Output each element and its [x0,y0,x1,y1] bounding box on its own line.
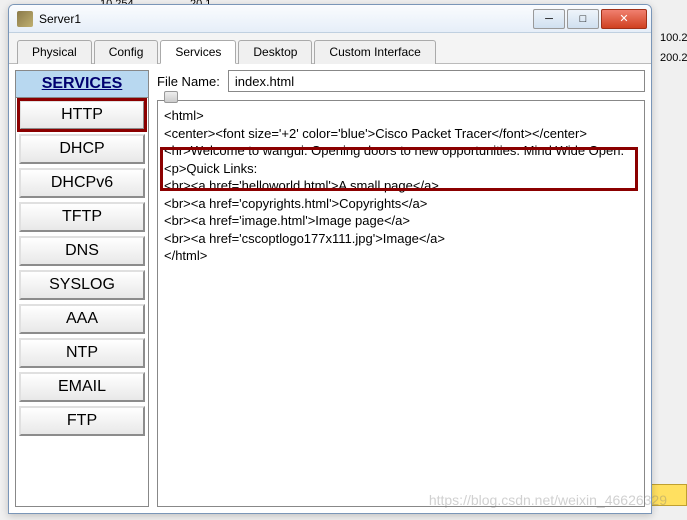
sidebar-scrollbar[interactable] [164,91,178,103]
main-pane: File Name: <html> <center><font size='+2… [157,70,645,507]
tab-row: Physical Config Services Desktop Custom … [9,33,651,64]
services-sidebar: SERVICES HTTP DHCP DHCPv6 TFTP DNS SYSLO… [15,70,149,507]
tab-desktop[interactable]: Desktop [238,40,312,64]
bg-r2: 200.2 [660,52,687,64]
editor-line: <br><a href='image.html'>Image page</a> [164,212,638,230]
sidebar-header: SERVICES [16,71,148,98]
service-dhcp[interactable]: DHCP [19,134,145,164]
service-email[interactable]: EMAIL [19,372,145,402]
titlebar[interactable]: Server1 ─ □ ✕ [9,5,651,33]
filename-label: File Name: [157,74,220,89]
editor-line: <hr>Welcome to wangui. Opening doors to … [164,142,638,160]
service-dhcpv6[interactable]: DHCPv6 [19,168,145,198]
editor-line: </html> [164,247,638,265]
close-button[interactable]: ✕ [601,9,647,29]
maximize-button[interactable]: □ [567,9,599,29]
tab-physical[interactable]: Physical [17,40,92,64]
bg-r1: 100.2 [660,32,687,44]
service-ftp[interactable]: FTP [19,406,145,436]
minimize-button[interactable]: ─ [533,9,565,29]
tab-services[interactable]: Services [160,40,236,64]
editor-line: <p>Quick Links: [164,160,638,178]
content-area: SERVICES HTTP DHCP DHCPv6 TFTP DNS SYSLO… [9,64,651,513]
filename-row: File Name: [157,70,645,92]
service-aaa[interactable]: AAA [19,304,145,334]
service-tftp[interactable]: TFTP [19,202,145,232]
editor-line: <br><a href='copyrights.html'>Copyrights… [164,195,638,213]
service-dns[interactable]: DNS [19,236,145,266]
editor-line: <center><font size='+2' color='blue'>Cis… [164,125,638,143]
html-editor[interactable]: <html> <center><font size='+2' color='bl… [157,100,645,507]
service-ntp[interactable]: NTP [19,338,145,368]
tab-custom-interface[interactable]: Custom Interface [314,40,435,64]
watermark: https://blog.csdn.net/weixin_46626329 [429,492,667,508]
editor-line: <html> [164,107,638,125]
window-title: Server1 [39,12,531,26]
editor-line: <br><a href='helloworld.html'>A small pa… [164,177,638,195]
editor-line: <br><a href='cscoptlogo177x111.jpg'>Imag… [164,230,638,248]
server-icon [17,11,33,27]
server-window: Server1 ─ □ ✕ Physical Config Services D… [8,4,652,514]
service-http[interactable]: HTTP [19,100,145,130]
filename-input[interactable] [228,70,645,92]
tab-config[interactable]: Config [94,40,159,64]
service-syslog[interactable]: SYSLOG [19,270,145,300]
